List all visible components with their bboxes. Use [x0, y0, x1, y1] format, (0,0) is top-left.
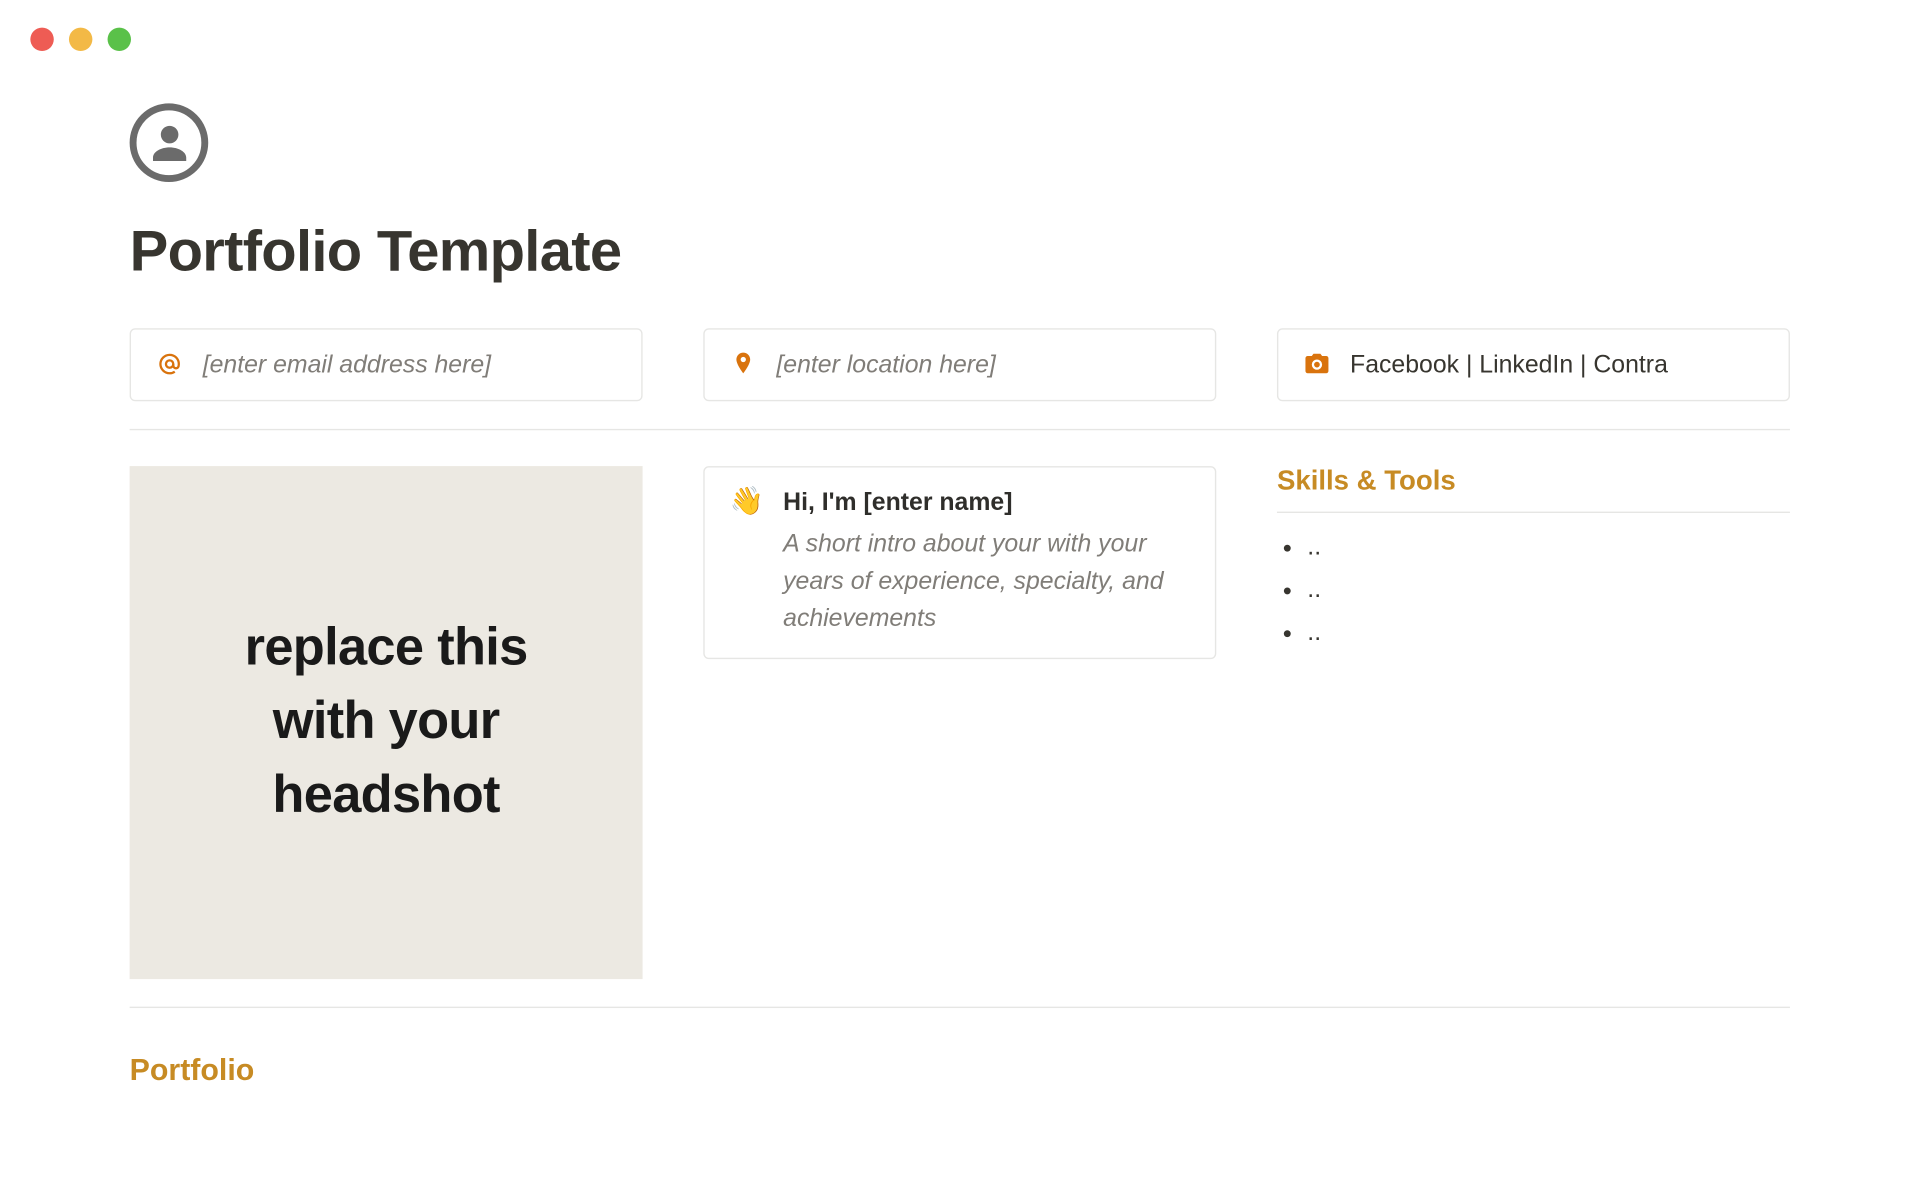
person-silhouette-icon	[145, 119, 192, 166]
list-item[interactable]: ..	[1307, 575, 1790, 604]
portfolio-heading[interactable]: Portfolio	[130, 1052, 1790, 1088]
minimize-window-dot[interactable]	[69, 28, 92, 51]
contact-row: [enter email address here] [enter locati…	[130, 328, 1790, 401]
intro-sub-text[interactable]: A short intro about your with your years…	[783, 525, 1190, 637]
headshot-placeholder[interactable]: replace this with your headshot	[130, 466, 643, 979]
intro-callout[interactable]: 👋 Hi, I'm [enter name] A short intro abo…	[703, 466, 1216, 659]
zoom-window-dot[interactable]	[108, 28, 131, 51]
social-callout[interactable]: Facebook | LinkedIn | Contra	[1277, 328, 1790, 401]
headshot-placeholder-text: replace this with your headshot	[199, 613, 574, 833]
skills-divider	[1277, 512, 1790, 513]
page-avatar-icon[interactable]	[130, 103, 209, 182]
location-pin-icon	[729, 350, 757, 378]
email-placeholder-text[interactable]: [enter email address here]	[203, 350, 491, 379]
list-item[interactable]: ..	[1307, 532, 1790, 561]
social-links-text[interactable]: Facebook | LinkedIn | Contra	[1350, 350, 1668, 379]
page-title[interactable]: Portfolio Template	[130, 218, 1790, 284]
section-divider	[130, 1007, 1790, 1008]
window-traffic-lights	[0, 0, 1920, 51]
page-content: Portfolio Template [enter email address …	[0, 51, 1920, 1088]
location-placeholder-text[interactable]: [enter location here]	[776, 350, 995, 379]
list-item[interactable]: ..	[1307, 618, 1790, 647]
skills-section: Skills & Tools .. .. ..	[1277, 466, 1790, 979]
at-icon	[156, 350, 184, 378]
skills-list: .. .. ..	[1277, 532, 1790, 646]
close-window-dot[interactable]	[30, 28, 53, 51]
camera-icon	[1303, 350, 1331, 378]
location-callout[interactable]: [enter location here]	[703, 328, 1216, 401]
email-callout[interactable]: [enter email address here]	[130, 328, 643, 401]
intro-name-line[interactable]: Hi, I'm [enter name]	[783, 488, 1190, 517]
section-divider	[130, 429, 1790, 430]
skills-heading[interactable]: Skills & Tools	[1277, 466, 1790, 498]
wave-icon: 👋	[729, 488, 763, 516]
intro-row: replace this with your headshot 👋 Hi, I'…	[130, 466, 1790, 979]
